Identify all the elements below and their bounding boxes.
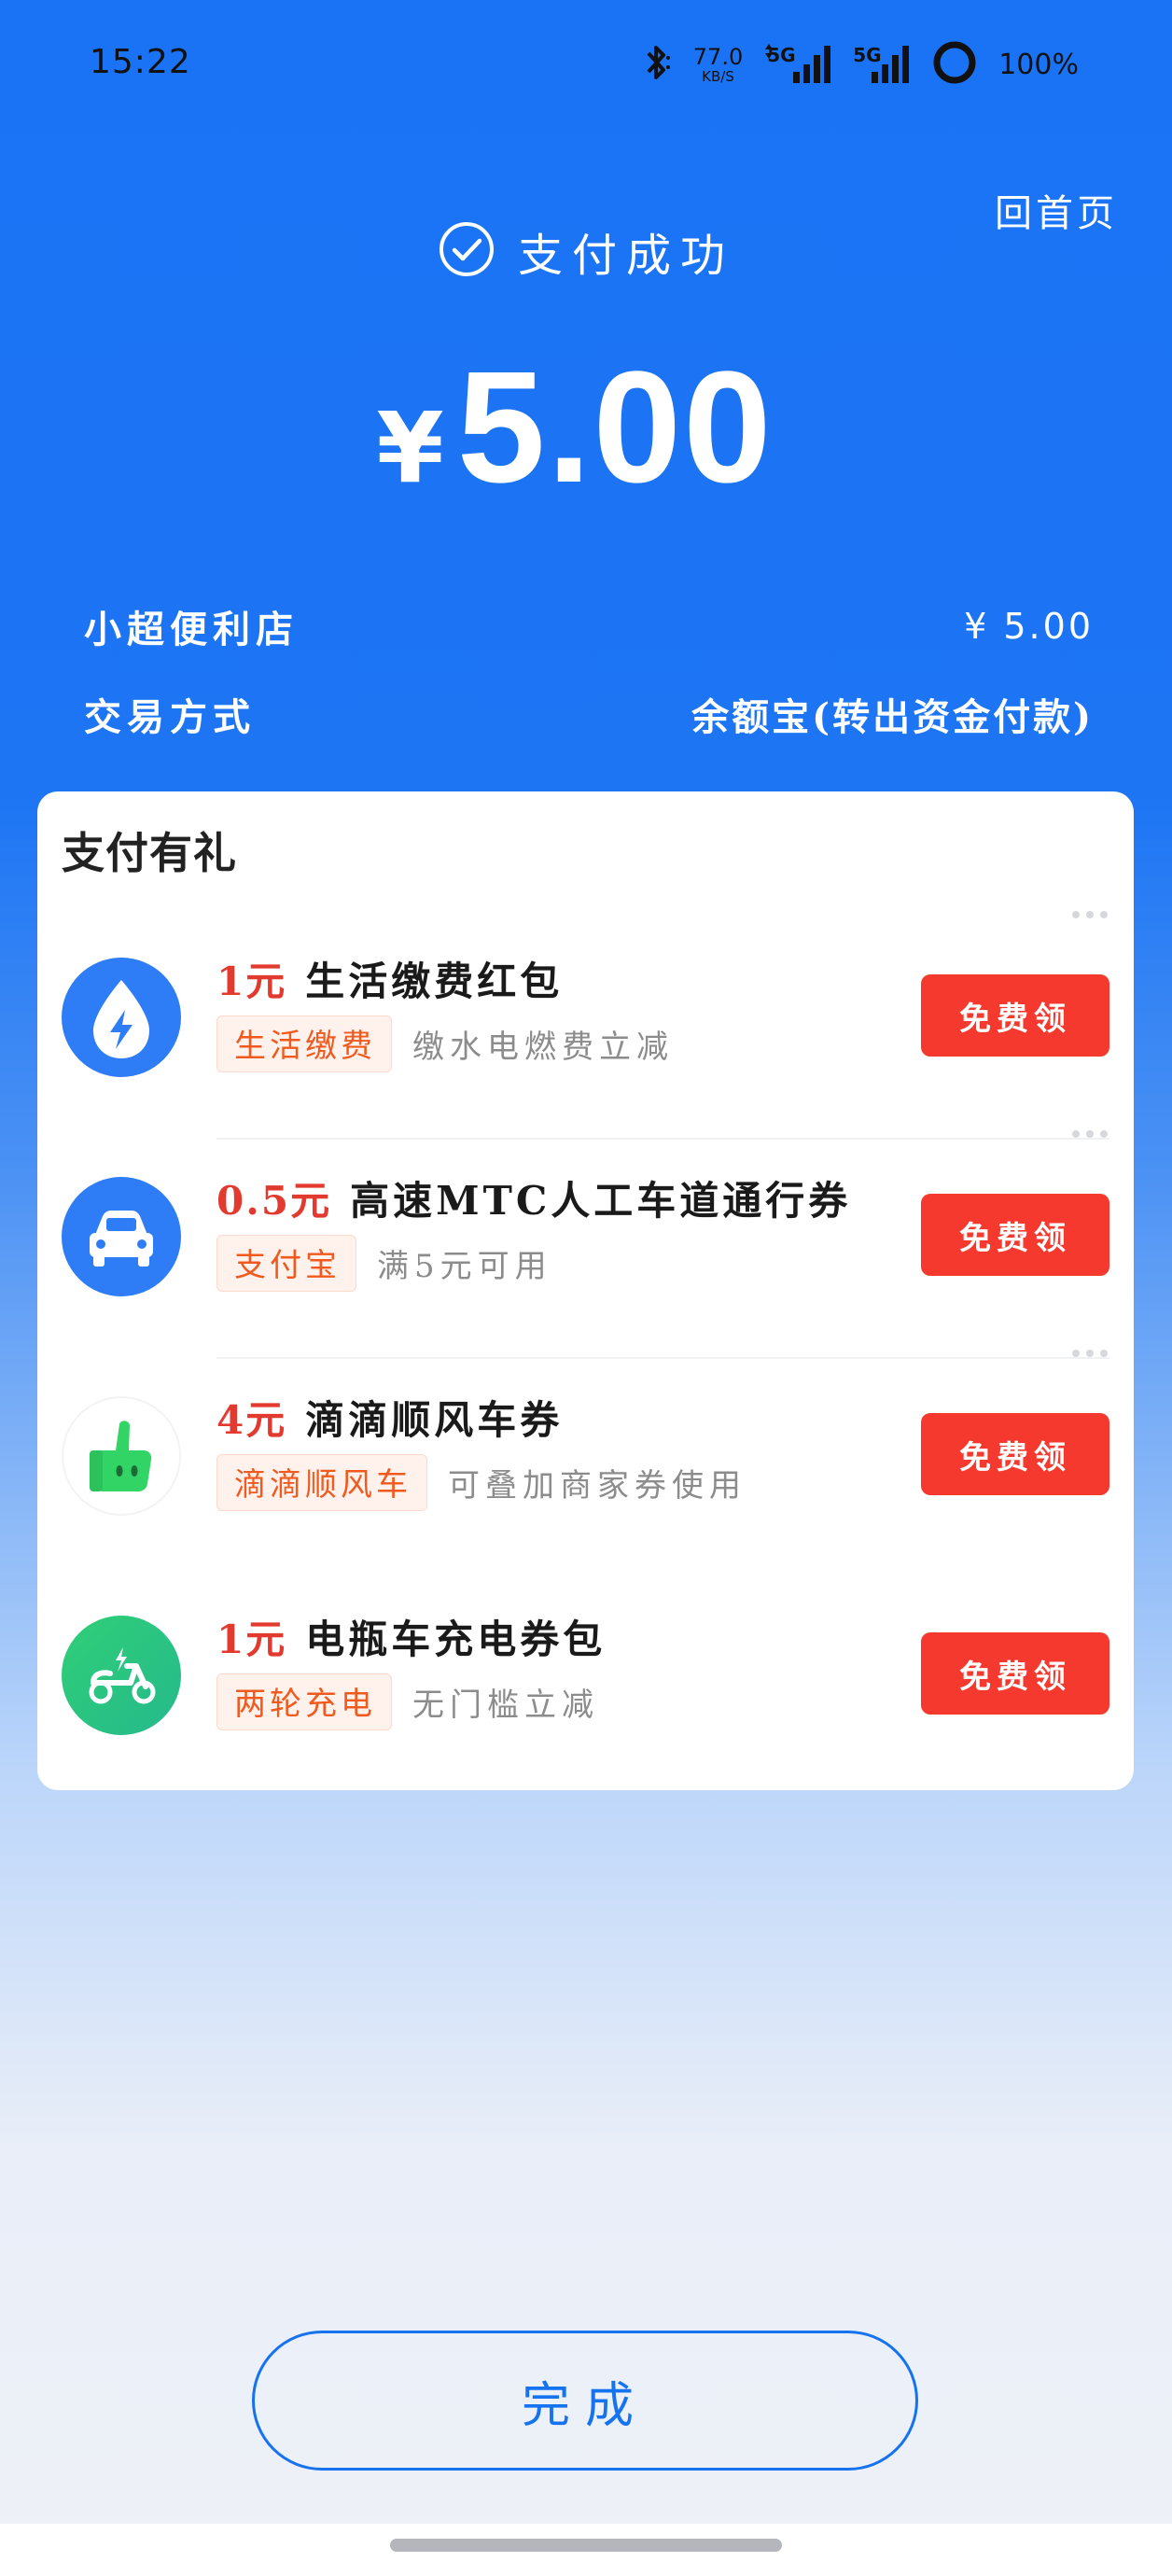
- offer-tag: 两轮充电: [216, 1673, 392, 1730]
- done-button[interactable]: 完成: [252, 2331, 918, 2471]
- offer-price: 0.5元: [216, 1178, 332, 1224]
- offer-title: 0.5元 高速MTC人工车道通行券: [216, 1169, 851, 1226]
- offer-name: 高速MTC人工车道通行券: [350, 1178, 852, 1224]
- card-title: 支付有礼: [62, 828, 237, 878]
- offer-description: 无门槛立减: [412, 1687, 599, 1724]
- bluetooth-icon: [641, 42, 673, 87]
- claim-free-button[interactable]: 免费领: [921, 974, 1109, 1057]
- battery-percentage: 100%: [998, 48, 1079, 81]
- offer-name: 滴滴顺风车券: [305, 1397, 564, 1443]
- success-text: 支付成功: [517, 230, 734, 282]
- offer-price: 1元: [216, 959, 287, 1004]
- offer-item[interactable]: 1元 生活缴费红包 生活缴费 缴水电燃费立减 免费领: [37, 911, 1134, 1140]
- signal-5g-icon-2: 5G: [853, 42, 911, 87]
- status-bar: 15:22 77.0 KB/S 5G 5G 100%: [0, 0, 1172, 131]
- more-options-icon[interactable]: [1072, 1130, 1108, 1138]
- claim-free-button[interactable]: 免费领: [921, 1413, 1109, 1495]
- check-circle-icon: [438, 220, 495, 282]
- status-icons: 77.0 KB/S 5G 5G 100%: [641, 39, 1079, 90]
- payment-success-header: 支付成功: [0, 218, 1172, 284]
- offer-name: 电瓶车充电券包: [305, 1617, 607, 1662]
- offer-description: 缴水电燃费立减: [412, 1029, 674, 1066]
- claim-free-button[interactable]: 免费领: [921, 1194, 1109, 1276]
- payment-gifts-card: 支付有礼 1元 生活缴费红包 生活缴费 缴水电燃费立减 免费领 0.5元 高速M…: [37, 791, 1134, 1790]
- offer-subtitle: 支付宝 满5元可用: [216, 1235, 552, 1292]
- offer-title: 1元 电瓶车充电券包: [216, 1608, 606, 1665]
- store-amount: ¥ 5.00: [964, 606, 1094, 647]
- amount-value: 5.00: [456, 339, 774, 516]
- payment-method-label: 交易方式: [84, 695, 256, 739]
- battery-icon: [931, 39, 978, 90]
- network-speed: 77.0 KB/S: [693, 46, 743, 84]
- claim-free-button[interactable]: 免费领: [921, 1632, 1109, 1715]
- offer-tag: 支付宝: [216, 1235, 356, 1292]
- home-indicator[interactable]: [390, 2539, 782, 2552]
- offer-subtitle: 两轮充电 无门槛立减: [216, 1673, 599, 1730]
- offer-subtitle: 滴滴顺风车 可叠加商家券使用: [216, 1454, 746, 1511]
- lightning-drop-icon: [62, 958, 181, 1077]
- more-options-icon[interactable]: [1072, 1350, 1108, 1357]
- store-row: 小超便利店 ¥ 5.00: [84, 599, 1094, 653]
- store-name: 小超便利店: [84, 608, 299, 651]
- offer-item[interactable]: 1元 电瓶车充电券包 两轮充电 无门槛立减 免费领: [37, 1578, 1134, 1798]
- currency-symbol: ¥: [376, 391, 444, 505]
- status-time: 15:22: [90, 43, 191, 81]
- payment-amount: ¥ 5.00: [0, 336, 1161, 519]
- offer-title: 1元 生活缴费红包: [216, 950, 563, 1007]
- offer-item[interactable]: 4元 滴滴顺风车券 滴滴顺风车 可叠加商家券使用 免费领: [37, 1350, 1134, 1578]
- net-speed-unit: KB/S: [702, 67, 734, 85]
- car-icon: [62, 1177, 181, 1296]
- offer-item[interactable]: 0.5元 高速MTC人工车道通行券 支付宝 满5元可用 免费领: [37, 1130, 1134, 1359]
- offer-tag: 滴滴顺风车: [216, 1454, 427, 1511]
- offer-description: 可叠加商家券使用: [448, 1467, 746, 1505]
- offer-tag: 生活缴费: [216, 1015, 392, 1072]
- thumbs-up-icon: [62, 1396, 181, 1516]
- offer-subtitle: 生活缴费 缴水电燃费立减: [216, 1015, 674, 1072]
- payment-method-value: 余额宝(转出资金付款): [691, 695, 1094, 739]
- offer-price: 4元: [216, 1397, 287, 1443]
- scooter-icon: [62, 1616, 181, 1735]
- net-speed-value: 77.0: [692, 43, 744, 70]
- offer-price: 1元: [216, 1617, 287, 1662]
- signal-5g-icon: 5G: [763, 42, 832, 87]
- offer-title: 4元 滴滴顺风车券: [216, 1389, 563, 1446]
- payment-method-row: 交易方式 余额宝(转出资金付款): [84, 687, 1094, 741]
- offer-description: 满5元可用: [377, 1248, 552, 1285]
- more-options-icon[interactable]: [1072, 911, 1108, 918]
- offer-name: 生活缴费红包: [305, 959, 564, 1004]
